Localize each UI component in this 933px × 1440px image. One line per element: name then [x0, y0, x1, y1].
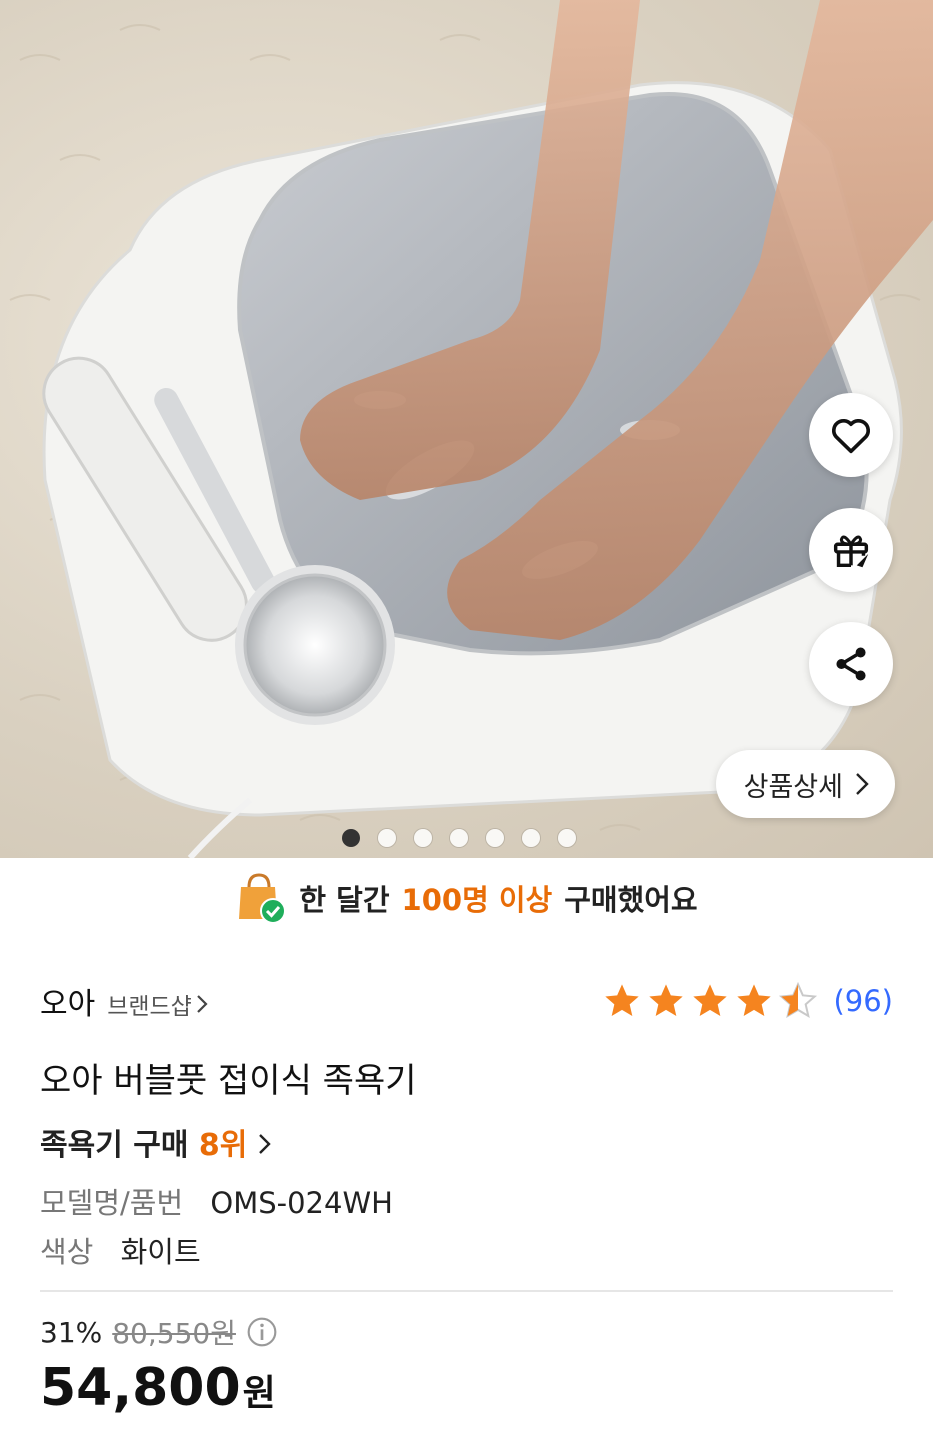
- sale-price: 54,800원: [40, 1358, 276, 1418]
- rank-value: 8위: [198, 1128, 248, 1163]
- star-full-icon: [605, 984, 640, 1016]
- rating-summary[interactable]: (96): [601, 981, 893, 1021]
- star-full-icon: [649, 984, 684, 1016]
- star-half-icon: [779, 981, 818, 1019]
- chevron-right-icon: [258, 1134, 271, 1154]
- spec-color: 색상 화이트: [40, 1229, 201, 1271]
- discount-rate: 31%: [40, 1315, 103, 1349]
- brand-shop-link[interactable]: 브랜드샵: [107, 987, 208, 1021]
- chevron-right-icon: [856, 773, 869, 795]
- divider: [40, 1290, 893, 1292]
- category-rank-link[interactable]: 족욕기 구매 8위: [40, 1120, 272, 1164]
- price-meta: 31% 80,550원: [40, 1312, 278, 1352]
- sale-unit: 원: [242, 1373, 276, 1414]
- chevron-right-icon: [197, 995, 208, 1013]
- review-count[interactable]: (96): [833, 984, 893, 1018]
- share-button[interactable]: [809, 622, 893, 706]
- spec-color-label: 색상: [40, 1235, 94, 1269]
- product-detail-label: 상품상세: [743, 771, 843, 803]
- star-full-icon: [693, 984, 728, 1016]
- spec-model: 모델명/품번 OMS-024WH: [40, 1180, 393, 1222]
- spec-color-value: 화이트: [120, 1235, 201, 1269]
- original-price: 80,550원: [112, 1317, 236, 1350]
- product-detail-button[interactable]: 상품상세: [715, 750, 895, 818]
- product-photo: [9, 0, 933, 858]
- carousel-dot[interactable]: [522, 829, 540, 847]
- wishlist-button[interactable]: [809, 393, 893, 477]
- carousel-dot[interactable]: [450, 829, 468, 847]
- star-full-icon: [737, 984, 772, 1016]
- brand-shop-label: 브랜드샵: [107, 994, 192, 1020]
- gift-icon: [833, 535, 869, 568]
- brand-name: 오아: [40, 987, 96, 1022]
- spec-model-label: 모델명/품번: [40, 1186, 184, 1220]
- purchase-count-banner: 한 달간 100명 이상 구매했어요: [0, 868, 933, 928]
- carousel-dot[interactable]: [558, 829, 576, 847]
- carousel-dot[interactable]: [414, 829, 432, 847]
- gift-button[interactable]: [809, 508, 893, 592]
- carousel-dot[interactable]: [342, 829, 360, 847]
- shopping-bag-check-icon: [239, 873, 287, 924]
- share-icon: [836, 647, 866, 681]
- carousel-dot[interactable]: [378, 829, 396, 847]
- heart-icon: [832, 418, 870, 454]
- carousel-dot[interactable]: [486, 829, 504, 847]
- product-title: 오아 버블풋 접이식 족욕기: [40, 1061, 417, 1101]
- banner-prefix: 한 달간: [299, 883, 390, 917]
- sale-amount: 54,800: [40, 1358, 241, 1418]
- banner-highlight: 100명 이상: [401, 883, 553, 917]
- carousel-indicator: [342, 829, 576, 847]
- spec-model-value: OMS-024WH: [210, 1186, 393, 1220]
- rank-prefix: 족욕기 구매: [40, 1128, 189, 1163]
- banner-suffix: 구매했어요: [564, 883, 698, 917]
- info-icon[interactable]: [246, 1316, 278, 1348]
- brand-rating-row: 오아 브랜드샵 (96): [40, 978, 893, 1024]
- product-image-carousel[interactable]: 상품상세: [0, 0, 933, 858]
- brand-link[interactable]: 오아 브랜드샵: [40, 979, 208, 1023]
